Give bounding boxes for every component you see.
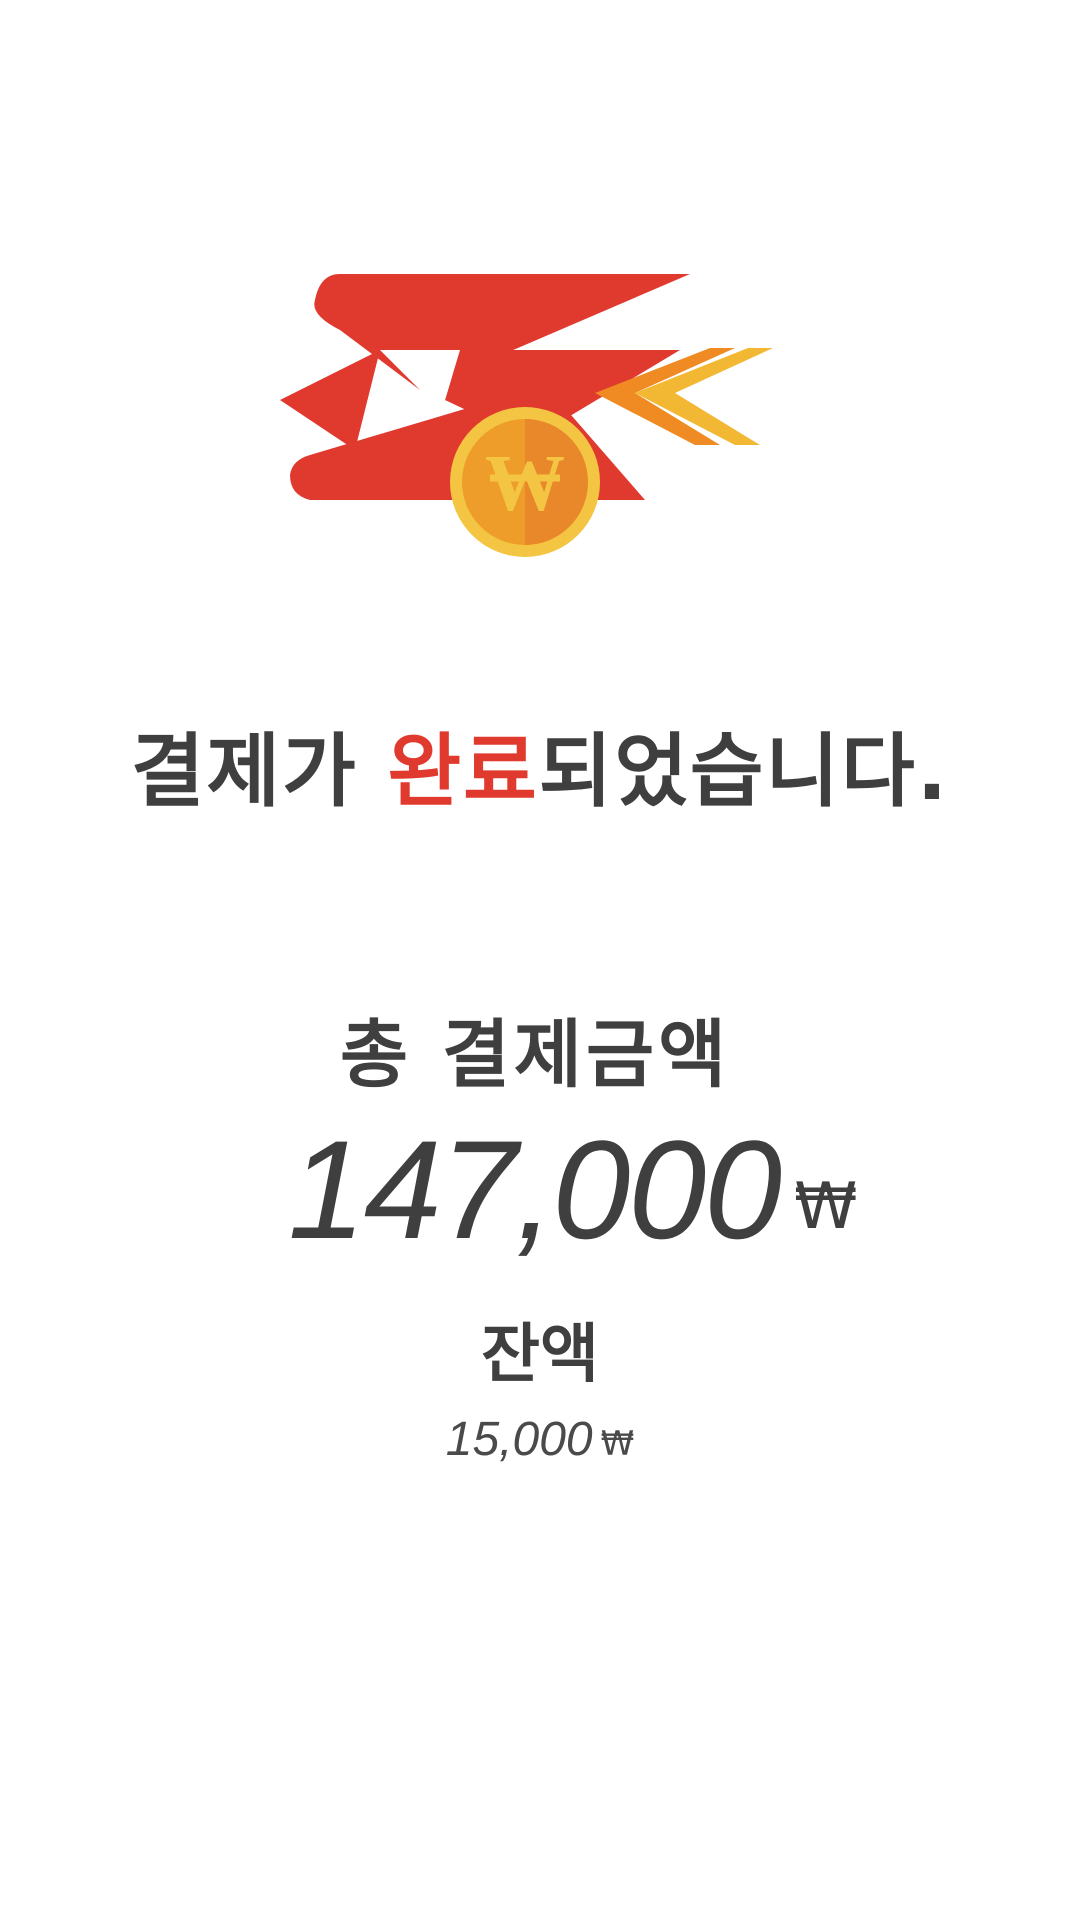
balance-amount: 15,000 ₩ xyxy=(0,1410,1080,1470)
coin-symbol: W xyxy=(485,440,565,528)
message-prefix: 결제가 xyxy=(130,725,388,818)
total-payment-amount: 147,000 ₩ xyxy=(288,1105,888,1275)
balance-currency-symbol: ₩ xyxy=(600,1424,635,1464)
message-highlight: 완료 xyxy=(387,725,539,818)
message-suffix: 되었습니다. xyxy=(538,725,950,818)
total-payment-value: 147,000 xyxy=(288,1111,782,1268)
payment-logo: W xyxy=(270,270,790,570)
balance-value: 15,000 xyxy=(445,1413,593,1466)
payment-logo-icon: W xyxy=(280,274,773,557)
balance-label: 잔액 xyxy=(481,1318,599,1392)
total-payment-label: 총 결제금액 xyxy=(340,1012,731,1098)
total-currency-symbol: ₩ xyxy=(794,1170,858,1244)
payment-complete-screen: W 결제가 완료되었습니다. 총 결제금액 147,000 ₩ 잔액 15,000… xyxy=(0,0,1080,1920)
payment-complete-message: 결제가 완료되었습니다. xyxy=(0,722,1080,822)
